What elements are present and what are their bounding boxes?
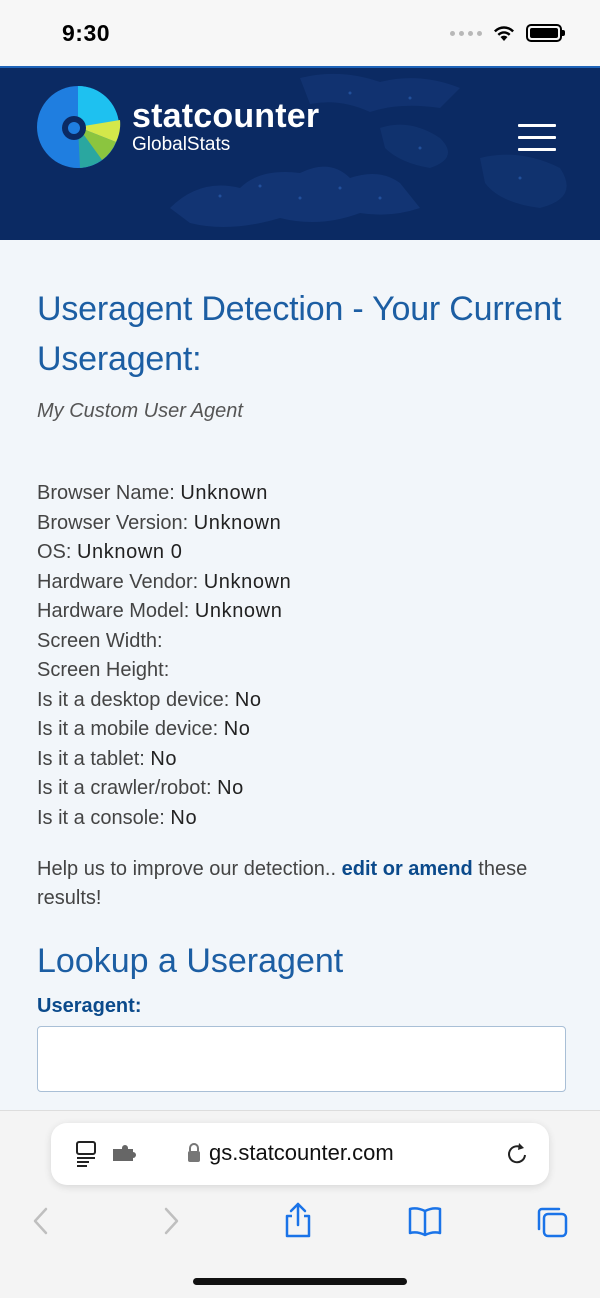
edit-or-amend-link[interactable]: edit or amend	[342, 858, 473, 880]
info-row-mobile: Is it a mobile device: No	[37, 718, 251, 740]
main-content: Useragent Detection - Your Current Usera…	[37, 284, 567, 1092]
page-menu-icon[interactable]	[75, 1141, 99, 1167]
useragent-field-label: Useragent:	[37, 995, 142, 1017]
battery-icon	[526, 24, 565, 42]
bookmarks-icon[interactable]	[407, 1205, 443, 1237]
status-time: 9:30	[62, 20, 111, 46]
info-row-desktop: Is it a desktop device: No	[37, 688, 262, 711]
useragent-input[interactable]	[37, 1026, 566, 1092]
back-icon[interactable]	[30, 1205, 52, 1237]
lock-icon	[188, 1143, 200, 1162]
current-useragent: My Custom User Agent	[37, 400, 243, 422]
statcounter-logo-icon	[37, 85, 121, 168]
logo-title: statcounter	[132, 97, 320, 135]
forward-icon[interactable]	[160, 1205, 182, 1237]
status-bar: 9:30	[0, 0, 600, 66]
info-row-browser-version: Browser Version: Unknown	[37, 511, 282, 534]
tabs-icon[interactable]	[535, 1205, 569, 1239]
info-row-console: Is it a console: No	[37, 806, 198, 829]
info-row-screen-width: Screen Width:	[37, 629, 163, 652]
info-row-tablet: Is it a tablet: No	[37, 747, 178, 770]
help-text: Help us to improve our detection.. edit …	[37, 858, 528, 909]
address-bar[interactable]: gs.statcounter.com	[51, 1123, 549, 1185]
home-indicator	[193, 1278, 407, 1285]
status-indicators	[450, 24, 565, 42]
page-title: Useragent Detection - Your Current Usera…	[37, 290, 562, 378]
hamburger-menu-icon[interactable]	[518, 124, 558, 152]
extension-icon[interactable]	[111, 1145, 137, 1165]
share-icon[interactable]	[282, 1201, 314, 1239]
wifi-icon	[494, 26, 514, 41]
reload-icon[interactable]	[505, 1141, 529, 1167]
info-row-os: OS: Unknown 0	[37, 541, 183, 563]
url-text[interactable]: gs.statcounter.com	[209, 1140, 394, 1166]
info-row-hardware-model: Hardware Model: Unknown	[37, 600, 283, 622]
cellular-signal-icon	[450, 30, 482, 36]
info-row-hardware-vendor: Hardware Vendor: Unknown	[37, 570, 292, 593]
info-row-screen-height: Screen Height:	[37, 659, 170, 681]
site-header: statcounter GlobalStats	[0, 66, 600, 240]
detection-results: Browser Name: Unknown Browser Version: U…	[37, 479, 567, 833]
info-row-browser-name: Browser Name: Unknown	[37, 482, 268, 504]
browser-nav	[0, 1199, 600, 1247]
info-row-crawler: Is it a crawler/robot: No	[37, 777, 244, 799]
lookup-title: Lookup a Useragent	[37, 942, 344, 980]
browser-toolbar: gs.statcounter.com	[0, 1110, 600, 1298]
logo-subtitle: GlobalStats	[132, 134, 231, 155]
statcounter-logo[interactable]: statcounter GlobalStats	[36, 84, 319, 170]
